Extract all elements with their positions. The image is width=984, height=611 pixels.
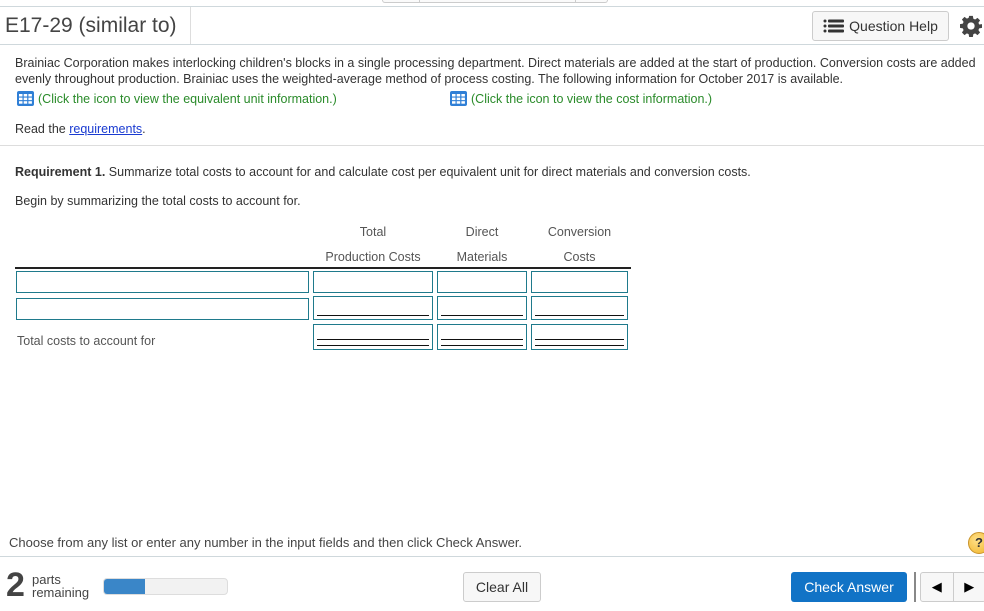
total-dm-field[interactable]	[438, 325, 526, 349]
table-icon	[450, 91, 467, 106]
column-header-total-production-costs: Total Production Costs	[313, 220, 433, 270]
check-answer-button[interactable]: Check Answer	[791, 572, 907, 602]
read-requirements: Read the requirements.	[15, 121, 977, 137]
top-tab-strip	[382, 0, 608, 3]
row-2-cc-input[interactable]	[531, 296, 628, 320]
clear-all-button[interactable]: Clear All	[463, 572, 541, 602]
row-2-dm-field[interactable]	[438, 297, 526, 319]
question-help-label: Question Help	[849, 18, 938, 34]
cost-info-link-text[interactable]: (Click the icon to view the cost informa…	[471, 92, 712, 106]
footer-instruction: Choose from any list or enter any number…	[9, 535, 523, 550]
problem-description: Brainiac Corporation makes interlocking …	[15, 56, 976, 86]
gear-icon[interactable]	[960, 15, 982, 37]
row-2-label-field[interactable]	[17, 299, 308, 319]
row-1-label-input[interactable]	[16, 271, 309, 293]
requirement-body: Summarize total costs to account for and…	[105, 165, 751, 179]
page-title: E17-29 (similar to)	[5, 7, 191, 44]
total-costs-label: Total costs to account for	[17, 334, 156, 348]
requirement-label: Requirement 1.	[15, 165, 106, 179]
row-2-total-field[interactable]	[314, 297, 432, 319]
progress-bar	[103, 578, 228, 595]
row-2-cc-field[interactable]	[532, 297, 627, 319]
row-1-label-field[interactable]	[17, 272, 308, 292]
header-bar: E17-29 (similar to) Question Help	[0, 6, 984, 45]
table-icon	[17, 91, 34, 106]
row-1-cc-field[interactable]	[532, 272, 627, 292]
question-help-button[interactable]: Question Help	[812, 11, 949, 41]
section-divider	[0, 145, 984, 146]
row-1-dm-input[interactable]	[437, 271, 527, 293]
row-2-label-input[interactable]	[16, 298, 309, 320]
list-icon	[823, 19, 845, 33]
total-cc-input[interactable]	[531, 324, 628, 350]
help-question-icon[interactable]: ?	[968, 532, 984, 554]
question-nav: ◀ ▶	[920, 572, 984, 602]
begin-instruction: Begin by summarizing the total costs to …	[15, 194, 301, 208]
row-1-total-field[interactable]	[314, 272, 432, 292]
row-1-total-input[interactable]	[313, 271, 433, 293]
progress-fill	[104, 579, 145, 594]
footer-divider	[0, 556, 984, 557]
column-header-line1: Total	[359, 225, 387, 239]
column-header-line1: Conversion	[547, 225, 612, 239]
total-total-field[interactable]	[314, 325, 432, 349]
row-2-dm-input[interactable]	[437, 296, 527, 320]
parts-remaining-count: 2	[6, 566, 25, 604]
cost-info-link[interactable]: (Click the icon to view the cost informa…	[450, 91, 712, 106]
next-icon[interactable]: ▶	[952, 573, 984, 601]
parts-remaining-label: parts remaining	[32, 573, 89, 599]
column-header-conversion-costs: Conversion Costs	[531, 220, 628, 270]
total-dm-input[interactable]	[437, 324, 527, 350]
column-header-direct-materials: Direct Materials	[437, 220, 527, 270]
read-suffix: .	[142, 122, 146, 136]
parts-label-line2: remaining	[32, 585, 90, 600]
total-total-input[interactable]	[313, 324, 433, 350]
button-separator	[914, 572, 916, 602]
row-2-total-input[interactable]	[313, 296, 433, 320]
total-cc-field[interactable]	[532, 325, 627, 349]
equivalent-unit-link-text[interactable]: (Click the icon to view the equivalent u…	[38, 92, 337, 106]
equivalent-unit-info-link[interactable]: (Click the icon to view the equivalent u…	[17, 91, 337, 106]
previous-icon[interactable]: ◀	[921, 573, 953, 601]
table-header-rule	[15, 267, 631, 269]
requirements-link[interactable]: requirements	[69, 122, 142, 136]
row-1-dm-field[interactable]	[438, 272, 526, 292]
requirement-text: Requirement 1. Summarize total costs to …	[15, 165, 751, 179]
problem-content: Brainiac Corporation makes interlocking …	[15, 55, 977, 137]
read-prefix: Read the	[15, 122, 70, 136]
row-1-cc-input[interactable]	[531, 271, 628, 293]
column-header-line1: Direct	[465, 225, 499, 239]
